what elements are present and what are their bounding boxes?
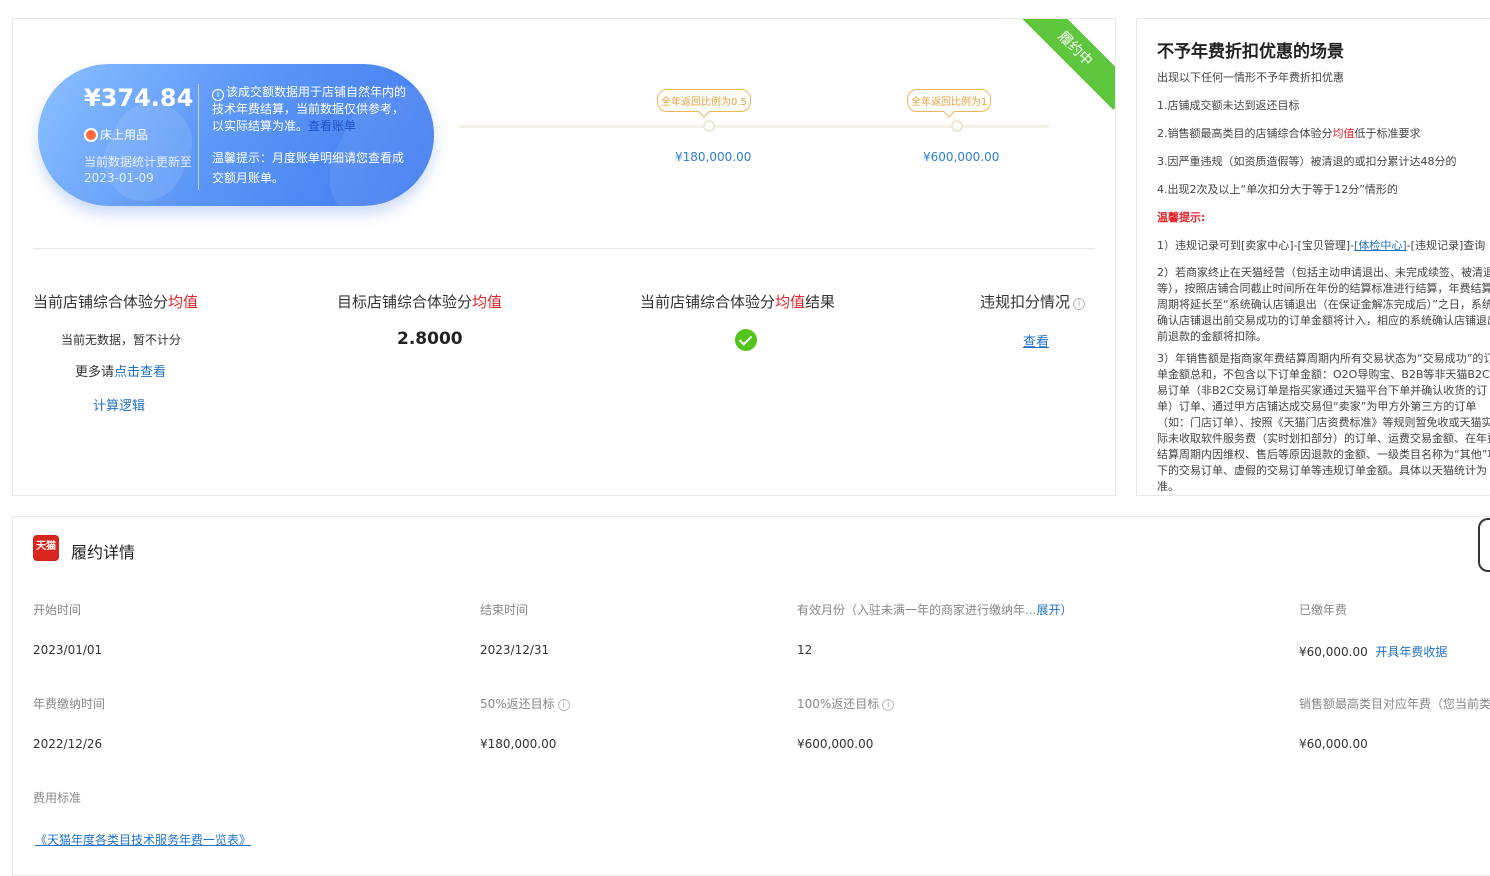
current-score-title: 当前店铺综合体验分均值	[33, 291, 198, 312]
start-time-value: 2023/01/01	[33, 643, 103, 657]
fee-standard-link[interactable]: 《天猫年度各类目技术服务年费一览表》	[35, 831, 251, 848]
scenario-item: 3.因严重违规（如资质造假等）被清退的或扣分累计达48分的	[1157, 155, 1457, 168]
panel-title: 不予年费折扣优惠的场景	[1157, 42, 1344, 62]
target-score-value: 2.8000	[397, 329, 463, 349]
violation-title: 违规扣分情况 i	[980, 291, 1086, 312]
divider	[198, 84, 199, 190]
info-icon[interactable]: i	[1073, 298, 1086, 310]
click-view-link[interactable]: 点击查看	[114, 365, 166, 380]
top-category-fee-label: 销售额最高类目对应年费（您当前类目...	[1299, 697, 1490, 711]
fee-payment-time-value: 2022/12/26	[33, 737, 103, 751]
health-center-link[interactable]: [体检中心]	[1354, 239, 1407, 252]
paid-fee-label: 已缴年费	[1299, 603, 1348, 617]
start-time-label: 开始时间	[33, 603, 82, 617]
fee-standard-label: 费用标准	[33, 791, 82, 805]
turnover-amount: ¥374.84	[84, 84, 194, 112]
tip-item: 3）年销售额是指商家年费结算周期内所有交易状态为“交易成功”的订单金额总和，不包…	[1157, 352, 1490, 493]
return-target-100-value: ¥600,000.00	[797, 737, 874, 751]
floating-panel-handle[interactable]	[1478, 518, 1490, 572]
top-category-fee-value: ¥60,000.00	[1299, 737, 1368, 751]
valid-months-label: 有效月份（入驻未满一年的商家进行缴纳年...展开）	[797, 601, 1072, 618]
expand-link[interactable]: 展开）	[1036, 603, 1072, 617]
turnover-summary-pill: ¥374.84 床上用品 当前数据统计更新至 2023-01-09 i 该成交额数…	[38, 64, 434, 206]
paid-fee-value: ¥60,000.00 开具年费收据	[1299, 643, 1447, 660]
end-time-label: 结束时间	[480, 603, 529, 617]
view-bill-link[interactable]: 查看账单	[308, 119, 356, 133]
violation-title-text: 违规扣分情况	[980, 293, 1071, 311]
current-score-highlight: 均值	[168, 293, 199, 311]
current-score-title-text: 当前店铺综合体验分	[33, 293, 169, 311]
category-label: 床上用品	[84, 126, 148, 143]
return-target-50-label-text: 50%返还目标	[480, 697, 555, 711]
update-info: 当前数据统计更新至 2023-01-09	[84, 154, 194, 186]
return-target-50-label: 50%返还目标 i	[480, 695, 570, 712]
tip-text: 1）违规记录可到[卖家中心]-[宝贝管理]-	[1157, 239, 1355, 252]
milestone-amount-50: ¥180,000.00	[675, 150, 752, 164]
info-icon: i	[212, 89, 224, 101]
tmall-logo-icon: 天猫	[33, 535, 59, 561]
score-result-suffix: 结果	[805, 293, 836, 311]
fulfillment-summary-card: 履约中 ¥374.84 床上用品 当前数据统计更新至 2023-01-09 i该…	[12, 18, 1116, 496]
status-ribbon: 履约中	[1014, 19, 1115, 110]
issue-receipt-link[interactable]: 开具年费收据	[1375, 645, 1447, 659]
scenario-item: 1.店铺成交额未达到返还目标	[1157, 99, 1300, 112]
scenario-item: 4.出现2次及以上“单次扣分大于等于12分”情形的	[1157, 183, 1398, 196]
target-score-title: 目标店铺综合体验分均值	[337, 291, 502, 312]
score-result-highlight: 均值	[775, 293, 806, 311]
info-icon[interactable]: i	[882, 699, 895, 711]
scenario-highlight: 均值	[1332, 127, 1355, 140]
warm-tip-label: 温馨提示:	[1157, 211, 1206, 224]
panel-body: 出现以下任何一情形不予年费折扣优惠 1.店铺成交额未达到返还目标 2.销售额最高…	[1157, 69, 1490, 495]
fee-payment-time-label: 年费缴纳时间	[33, 697, 106, 711]
target-score-title-text: 目标店铺综合体验分	[337, 293, 473, 311]
return-target-100-label: 100%返还目标 i	[797, 695, 895, 712]
scenario-item: 2.销售额最高类目的店铺综合体验分均值低于标准要求	[1157, 125, 1490, 141]
update-date: 2023-01-09	[84, 171, 154, 185]
current-score-value: 当前无数据，暂不计分	[61, 333, 182, 347]
intro-text: 出现以下任何一情形不予年费折扣优惠	[1157, 71, 1344, 84]
fulfillment-detail-card: 天猫 履约详情 开始时间 2023/01/01 结束时间 2023/12/31 …	[12, 516, 1490, 876]
category-name: 床上用品	[100, 128, 149, 142]
more-info: 更多请点击查看	[75, 361, 166, 380]
milestone-dot-100	[951, 120, 963, 132]
more-prefix: 更多请	[75, 365, 115, 380]
target-score-highlight: 均值	[472, 293, 503, 311]
calculation-logic-link[interactable]: 计算逻辑	[93, 395, 145, 414]
scenario-text: 低于标准要求	[1354, 127, 1421, 140]
score-result-title: 当前店铺综合体验分均值结果	[640, 291, 835, 312]
return-target-100-label-text: 100%返还目标	[797, 697, 880, 711]
monthly-bill-tip: 温馨提示：月度账单明细请您查看成交额月账单。	[212, 151, 405, 185]
section-divider	[33, 248, 1095, 249]
tip-text: -[违规记录]查询	[1406, 239, 1486, 252]
score-result-title-text: 当前店铺综合体验分	[640, 293, 776, 311]
paid-fee-amount: ¥60,000.00	[1299, 645, 1368, 659]
section-title: 履约详情	[71, 543, 136, 562]
tip-item: 2）若商家终止在天猫经营（包括主动申请退出、未完成续签、被清退等），按照店铺合同…	[1157, 266, 1490, 343]
milestone-tag-100: 全年返回比例为1	[907, 89, 992, 112]
info-icon[interactable]: i	[557, 699, 570, 711]
no-discount-scenarios-panel: 不予年费折扣优惠的场景 出现以下任何一情形不予年费折扣优惠 1.店铺成交额未达到…	[1136, 18, 1490, 496]
tip-item: 1）违规记录可到[卖家中心]-[宝贝管理]-[体检中心]-[违规记录]查询	[1157, 237, 1490, 253]
valid-months-value: 12	[797, 643, 813, 657]
return-target-50-value: ¥180,000.00	[480, 737, 557, 751]
check-circle-icon	[735, 329, 757, 351]
update-label: 当前数据统计更新至	[84, 155, 193, 169]
scenario-text: 2.销售额最高类目的店铺综合体验分	[1157, 127, 1333, 140]
pie-chart-icon	[84, 127, 98, 142]
view-violation-link[interactable]: 查看	[1023, 331, 1049, 350]
turnover-note: i 该成交额数据用于店铺自然年内的技术年费结算，当前数据仅供参考，以实际结算为准。…	[212, 84, 408, 135]
end-time-value: 2023/12/31	[480, 643, 550, 657]
valid-months-label-text: 有效月份（入驻未满一年的商家进行缴纳年...	[797, 603, 1037, 617]
milestone-amount-100: ¥600,000.00	[923, 150, 1000, 164]
milestone-dot-50	[703, 120, 715, 132]
milestone-tag-50: 全年返回比例为0.5	[657, 89, 751, 112]
